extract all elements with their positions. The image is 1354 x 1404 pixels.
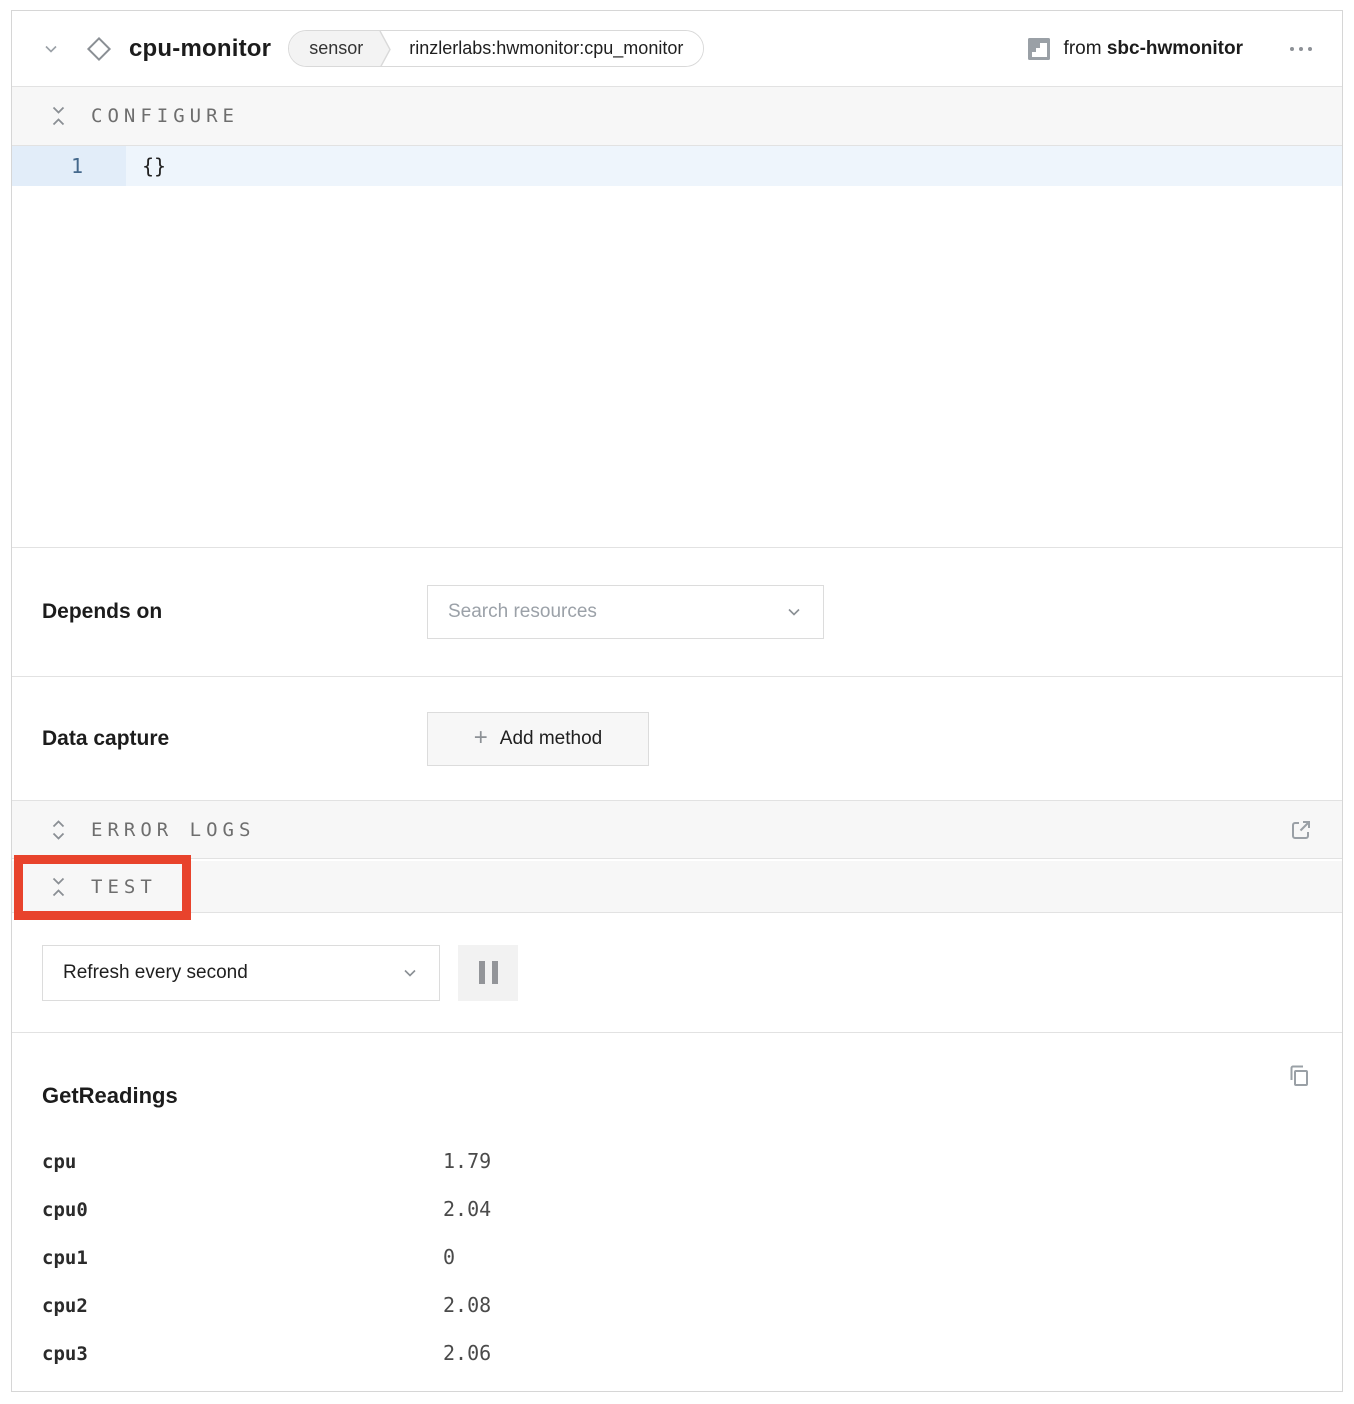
reading-key: cpu2	[42, 1295, 443, 1317]
reading-key: cpu0	[42, 1199, 443, 1221]
from-machine-text: from sbc-hwmonitor	[1064, 38, 1243, 60]
pause-icon	[479, 961, 485, 984]
data-capture-row: Data capture + Add method	[12, 677, 1342, 800]
method-name: GetReadings	[42, 1083, 1312, 1109]
reading-row: cpu3 2.06	[42, 1341, 1312, 1389]
copy-icon[interactable]	[1286, 1063, 1312, 1089]
resource-config-panel: cpu-monitor sensor rinzlerlabs:hwmonitor…	[11, 10, 1343, 1392]
reading-value: 0	[443, 1245, 455, 1269]
depends-on-label: Depends on	[42, 600, 427, 624]
editor-line-number: 1	[12, 146, 126, 186]
from-label: from	[1064, 38, 1107, 59]
chevron-down-icon	[401, 964, 419, 982]
overflow-menu-button[interactable]	[1288, 41, 1314, 57]
configure-section-header: CONFIGURE	[12, 87, 1342, 146]
expand-section-icon[interactable]	[50, 817, 67, 843]
sensor-diamond-icon	[84, 34, 114, 64]
resource-model-label: rinzlerlabs:hwmonitor:cpu_monitor	[395, 31, 703, 66]
machine-part-icon	[1027, 37, 1051, 61]
depends-on-select[interactable]: Search resources	[427, 585, 824, 639]
refresh-rate-select[interactable]: Refresh every second	[42, 945, 440, 1001]
configure-code-editor[interactable]: 1 {}	[12, 146, 1342, 548]
add-method-label: Add method	[500, 728, 602, 750]
pause-refresh-button[interactable]	[458, 945, 518, 1001]
test-section-label: TEST	[91, 876, 157, 898]
reading-value: 2.08	[443, 1293, 491, 1317]
reading-key: cpu	[42, 1151, 443, 1173]
reading-key: cpu3	[42, 1343, 443, 1365]
get-readings-card: GetReadings cpu 1.79 cpu0 2.04 cpu1 0 cp…	[12, 1033, 1342, 1391]
error-logs-section-label: ERROR LOGS	[91, 819, 255, 841]
plus-icon: +	[474, 726, 488, 750]
reading-value: 2.04	[443, 1197, 491, 1221]
resource-header: cpu-monitor sensor rinzlerlabs:hwmonitor…	[12, 11, 1342, 87]
reading-row: cpu2 2.08	[42, 1293, 1312, 1341]
reading-row: cpu0 2.04	[42, 1197, 1312, 1245]
collapse-section-icon[interactable]	[50, 103, 67, 129]
data-capture-label: Data capture	[42, 727, 427, 751]
header-right-cluster: from sbc-hwmonitor	[1027, 37, 1314, 61]
chevron-down-icon	[785, 603, 803, 621]
open-in-new-window-icon[interactable]	[1288, 817, 1314, 843]
resource-name: cpu-monitor	[129, 35, 271, 63]
reading-row: cpu1 0	[42, 1245, 1312, 1293]
configure-section-label: CONFIGURE	[91, 105, 239, 127]
reading-value: 1.79	[443, 1149, 491, 1173]
error-logs-section-header: ERROR LOGS	[12, 800, 1342, 859]
resource-type-pill: sensor rinzlerlabs:hwmonitor:cpu_monitor	[288, 30, 704, 67]
depends-on-placeholder: Search resources	[448, 601, 785, 623]
machine-name: sbc-hwmonitor	[1107, 38, 1243, 59]
editor-code-content[interactable]: {}	[126, 146, 166, 186]
test-controls-row: Refresh every second	[12, 913, 1342, 1033]
reading-row: cpu 1.79	[42, 1149, 1312, 1197]
collapse-card-chevron-down-icon[interactable]	[42, 40, 60, 58]
pill-separator-chevron-icon	[379, 31, 395, 67]
resource-type-label: sensor	[289, 31, 379, 66]
refresh-rate-value: Refresh every second	[63, 962, 401, 984]
test-section-header: TEST	[12, 861, 1342, 913]
collapse-section-icon[interactable]	[50, 874, 67, 900]
reading-value: 2.06	[443, 1341, 491, 1365]
add-method-button[interactable]: + Add method	[427, 712, 649, 766]
test-section-header-wrap: TEST	[12, 861, 1342, 913]
reading-key: cpu1	[42, 1247, 443, 1269]
depends-on-row: Depends on Search resources	[12, 548, 1342, 677]
editor-active-line[interactable]: 1 {}	[12, 146, 1342, 186]
